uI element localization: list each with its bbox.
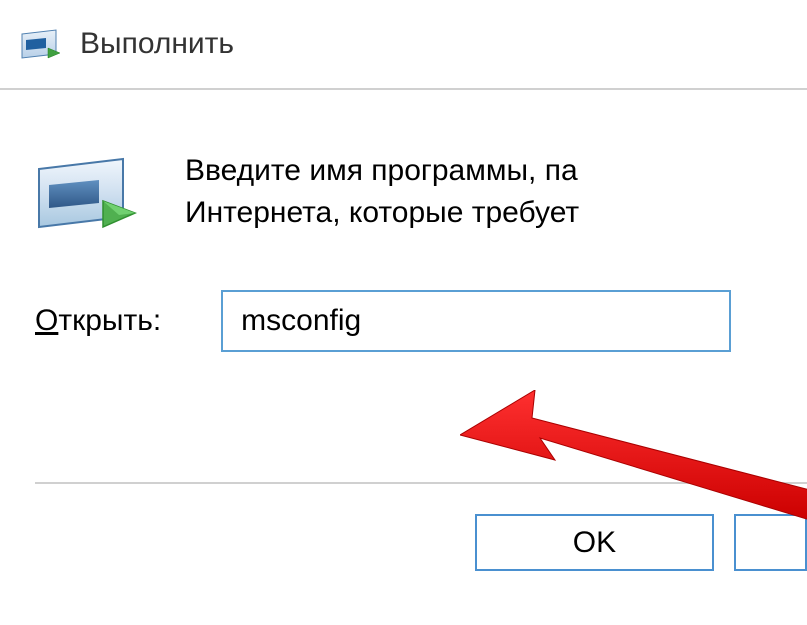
button-row: OK [35, 482, 807, 571]
dialog-content: Введите имя программы, па Интернета, кот… [0, 90, 807, 571]
titlebar-title: Выполнить [80, 27, 234, 61]
description-text: Введите имя программы, па Интернета, кот… [185, 150, 579, 234]
ok-button[interactable]: OK [475, 514, 714, 571]
run-icon-large [35, 155, 140, 235]
open-label: Открыть: [35, 304, 161, 338]
titlebar: Выполнить [0, 0, 807, 90]
cancel-button-partial[interactable] [734, 514, 807, 571]
command-input[interactable] [221, 290, 731, 352]
run-icon [20, 28, 62, 60]
